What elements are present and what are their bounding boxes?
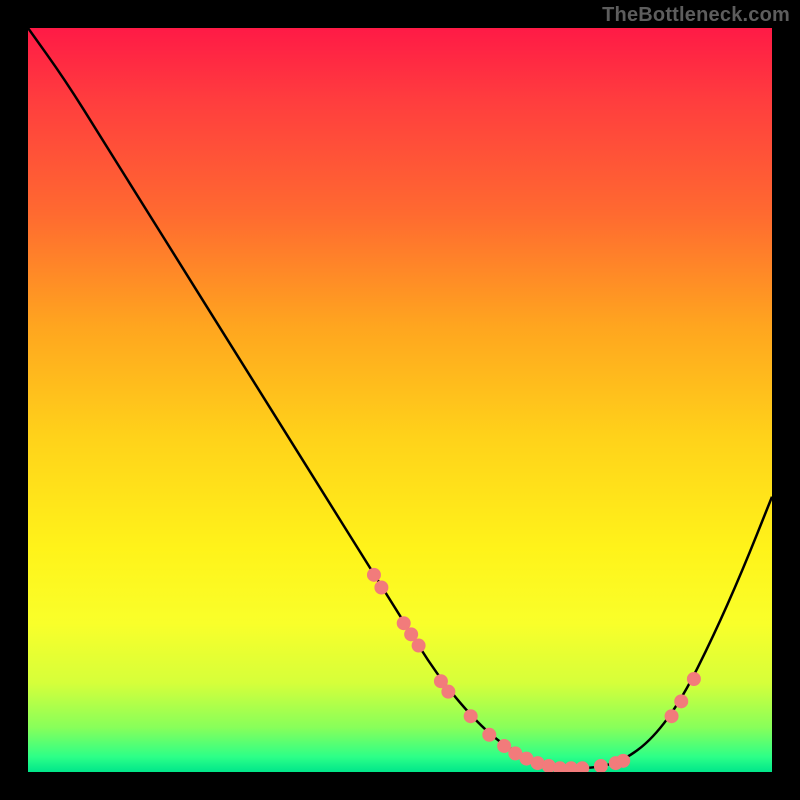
curve-marker (397, 617, 410, 630)
curve-marker (483, 728, 496, 741)
curve-marker (405, 628, 418, 641)
curve-marker (412, 639, 425, 652)
plot-svg (28, 28, 772, 772)
curve-marker (594, 760, 607, 772)
curve-marker (367, 568, 380, 581)
curve-marker (464, 710, 477, 723)
curve-marker (665, 710, 678, 723)
curve-markers (367, 568, 700, 772)
curve-marker (498, 739, 511, 752)
curve-marker (442, 685, 455, 698)
bottleneck-curve (28, 28, 772, 768)
curve-marker (375, 581, 388, 594)
chart-frame: TheBottleneck.com (0, 0, 800, 800)
plot-gradient-area (28, 28, 772, 772)
curve-marker (576, 762, 589, 772)
curve-marker (675, 695, 688, 708)
curve-marker (687, 673, 700, 686)
watermark-label: TheBottleneck.com (602, 4, 790, 27)
curve-marker (617, 754, 630, 767)
